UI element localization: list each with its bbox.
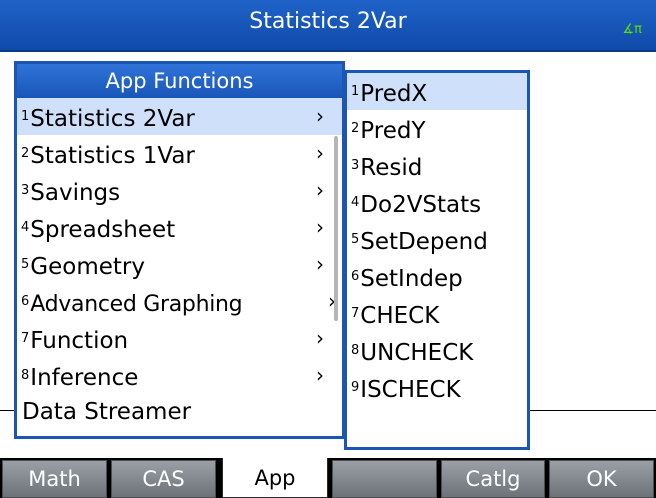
submenu-item-ischeck[interactable]: 9ISCHECK xyxy=(347,369,527,406)
menu-item-statistics-1var[interactable]: 2Statistics 1Var › xyxy=(17,135,342,172)
menu-item-statistics-2var[interactable]: 1Statistics 2Var › xyxy=(17,98,342,135)
title-bar: Statistics 2Var ∡π xyxy=(0,0,656,52)
chevron-right-icon: › xyxy=(316,141,324,165)
submenu-item-resid[interactable]: 3Resid xyxy=(347,147,527,184)
entry-line-divider xyxy=(0,410,14,411)
chevron-right-icon: › xyxy=(316,178,324,202)
menu-item-inference[interactable]: 8Inference › xyxy=(17,357,342,394)
app-title: Statistics 2Var xyxy=(249,9,407,34)
menu-item-geometry[interactable]: 5Geometry › xyxy=(17,246,342,283)
submenu-item-setindep[interactable]: 6SetIndep xyxy=(347,258,527,295)
menu-item-savings[interactable]: 3Savings › xyxy=(17,172,342,209)
app-functions-menu: App Functions 1Statistics 2Var › 2Statis… xyxy=(14,61,345,439)
chevron-right-icon: › xyxy=(316,104,324,128)
menu-scrollbar[interactable] xyxy=(334,136,338,321)
app-functions-header: App Functions xyxy=(17,64,342,98)
cas-softkey[interactable]: CAS xyxy=(111,460,216,498)
chevron-right-icon: › xyxy=(316,252,324,276)
menu-item-spreadsheet[interactable]: 4Spreadsheet › xyxy=(17,209,342,246)
submenu-item-predx[interactable]: 1PredX xyxy=(347,73,527,110)
catlg-softkey[interactable]: Catlg xyxy=(441,460,545,498)
submenu-item-do2vstats[interactable]: 4Do2VStats xyxy=(347,184,527,221)
menu-item-advanced-graphing[interactable]: 6Advanced Graphing › xyxy=(17,283,342,320)
angle-mode-indicator: ∡π xyxy=(622,22,642,37)
statistics-2var-submenu: 1PredX 2PredY 3Resid 4Do2VStats 5SetDepe… xyxy=(344,70,530,450)
chevron-right-icon: › xyxy=(316,215,324,239)
submenu-item-uncheck[interactable]: 8UNCHECK xyxy=(347,332,527,369)
submenu-item-check[interactable]: 7CHECK xyxy=(347,295,527,332)
submenu-item-setdepend[interactable]: 5SetDepend xyxy=(347,221,527,258)
math-softkey[interactable]: Math xyxy=(2,460,107,498)
app-softkey[interactable]: App xyxy=(222,458,328,498)
menu-item-data-streamer[interactable]: Data Streamer xyxy=(17,394,342,431)
ok-softkey[interactable]: OK xyxy=(549,460,654,498)
submenu-item-predy[interactable]: 2PredY xyxy=(347,110,527,147)
menu-item-function[interactable]: 7Function › xyxy=(17,320,342,357)
chevron-right-icon: › xyxy=(316,326,324,350)
softkey-bar: Math CAS App Catlg OK xyxy=(0,458,656,498)
chevron-right-icon: › xyxy=(316,363,324,387)
entry-line-divider xyxy=(530,410,656,411)
blank-softkey[interactable] xyxy=(332,460,437,498)
